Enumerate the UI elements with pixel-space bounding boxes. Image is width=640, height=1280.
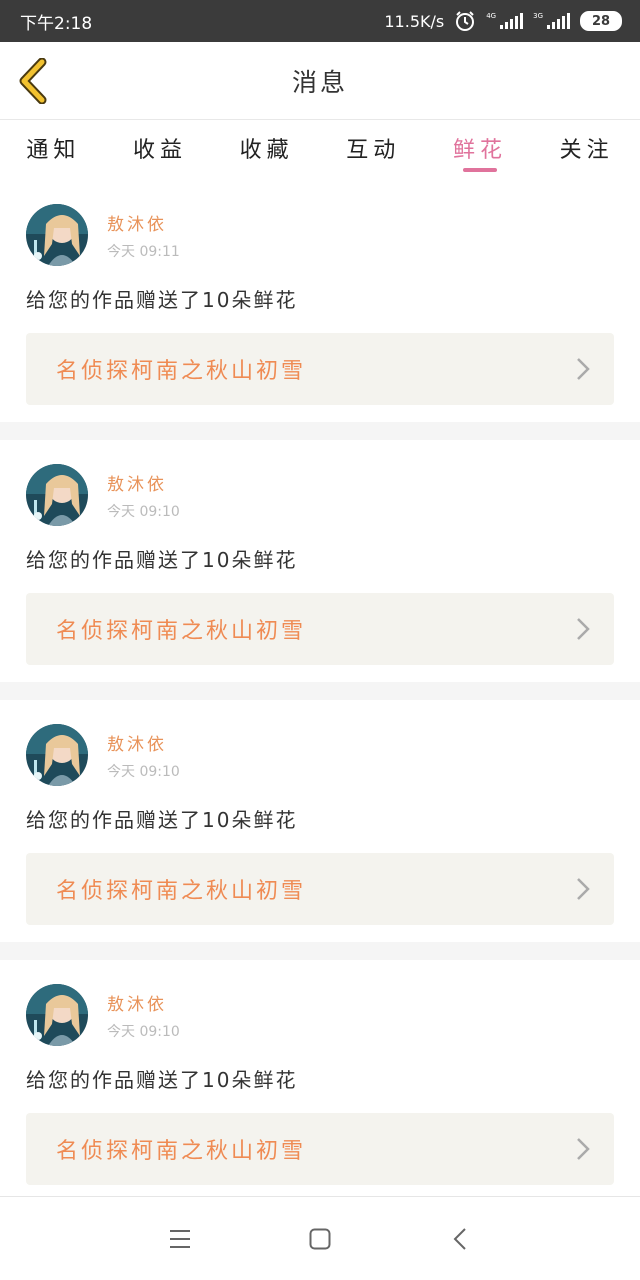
message-card: 敖沐依 今天 09:11 给您的作品赠送了10朵鲜花 名侦探柯南之秋山初雪 <box>0 180 640 422</box>
page-title: 消息 <box>291 67 348 97</box>
system-nav-bar <box>0 1196 640 1280</box>
chevron-right-icon <box>577 1138 590 1160</box>
work-link[interactable]: 名侦探柯南之秋山初雪 <box>26 1113 614 1185</box>
avatar[interactable] <box>26 984 88 1046</box>
sender-name[interactable]: 敖沐依 <box>107 470 180 495</box>
tab-interactions[interactable]: 互动 <box>330 120 416 180</box>
message-list: 敖沐依 今天 09:11 给您的作品赠送了10朵鲜花 名侦探柯南之秋山初雪 敖沐… <box>0 180 640 1220</box>
home-square-icon <box>309 1228 331 1249</box>
work-title: 名侦探柯南之秋山初雪 <box>56 879 307 904</box>
sender-name[interactable]: 敖沐依 <box>107 730 180 755</box>
message-text: 给您的作品赠送了10朵鲜花 <box>26 548 298 572</box>
battery-level: 28 <box>591 13 611 29</box>
tab-earnings[interactable]: 收益 <box>117 120 203 180</box>
message-time: 今天 09:10 <box>107 503 180 520</box>
signal-3g-icon: 3G <box>533 13 570 29</box>
signal-4g-icon: 4G <box>486 13 524 29</box>
work-link[interactable]: 名侦探柯南之秋山初雪 <box>26 593 614 665</box>
tab-following[interactable]: 关注 <box>544 120 630 180</box>
message-time: 今天 09:10 <box>107 1023 180 1040</box>
status-bar: 下午2:18 11.5K/s 4G 3G 28 <box>0 0 640 42</box>
message-time: 今天 09:10 <box>107 763 180 780</box>
battery-icon: 28 <box>580 11 622 31</box>
message-time: 今天 09:11 <box>107 243 180 260</box>
message-card: 敖沐依 今天 09:10 给您的作品赠送了10朵鲜花 名侦探柯南之秋山初雪 <box>0 700 640 942</box>
active-tab-indicator <box>462 168 497 172</box>
message-card: 敖沐依 今天 09:10 给您的作品赠送了10朵鲜花 名侦探柯南之秋山初雪 <box>0 440 640 682</box>
tab-notifications[interactable]: 通知 <box>10 120 96 180</box>
menu-icon <box>170 1229 190 1248</box>
tab-bar: 通知 收益 收藏 互动 鲜花 关注 <box>0 120 640 180</box>
network-speed: 11.5K/s <box>384 11 445 31</box>
message-card: 敖沐依 今天 09:10 给您的作品赠送了10朵鲜花 名侦探柯南之秋山初雪 <box>0 960 640 1202</box>
work-title: 名侦探柯南之秋山初雪 <box>56 359 307 384</box>
status-indicators: 11.5K/s 4G 3G 28 <box>384 10 622 32</box>
sender-name[interactable]: 敖沐依 <box>107 210 180 235</box>
home-button[interactable] <box>300 1219 340 1259</box>
tab-favorites[interactable]: 收藏 <box>224 120 310 180</box>
message-text: 给您的作品赠送了10朵鲜花 <box>26 288 298 312</box>
work-title: 名侦探柯南之秋山初雪 <box>56 1139 307 1164</box>
sender-name[interactable]: 敖沐依 <box>107 990 180 1015</box>
back-arrow-icon <box>453 1227 466 1250</box>
avatar[interactable] <box>26 204 88 266</box>
chevron-left-icon <box>19 57 47 105</box>
menu-button[interactable] <box>160 1219 200 1259</box>
header: 消息 <box>0 42 640 120</box>
chevron-right-icon <box>577 878 590 900</box>
message-text: 给您的作品赠送了10朵鲜花 <box>26 808 298 832</box>
work-link[interactable]: 名侦探柯南之秋山初雪 <box>26 853 614 925</box>
avatar[interactable] <box>26 724 88 786</box>
back-button[interactable] <box>16 57 52 105</box>
tab-flowers[interactable]: 鲜花 <box>437 120 523 180</box>
message-text: 给您的作品赠送了10朵鲜花 <box>26 1068 298 1092</box>
chevron-right-icon <box>577 618 590 640</box>
work-title: 名侦探柯南之秋山初雪 <box>56 619 307 644</box>
work-link[interactable]: 名侦探柯南之秋山初雪 <box>26 333 614 405</box>
status-time: 下午2:18 <box>20 13 93 34</box>
chevron-right-icon <box>577 358 590 380</box>
alarm-icon <box>456 11 475 31</box>
system-back-button[interactable] <box>440 1219 480 1259</box>
avatar[interactable] <box>26 464 88 526</box>
